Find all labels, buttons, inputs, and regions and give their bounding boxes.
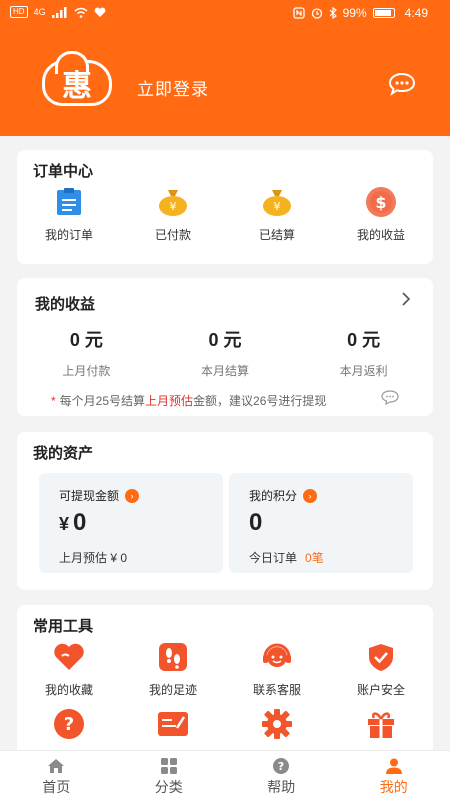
footprint-icon (157, 641, 189, 673)
my-footprint-button[interactable]: 我的足迹 (121, 641, 225, 698)
my-favorites-button[interactable]: 我的收藏 (17, 641, 121, 698)
svg-text:?: ? (64, 714, 74, 735)
comment-icon[interactable] (381, 390, 399, 405)
gift-icon (365, 708, 397, 740)
dollar-coin-icon: $ (365, 186, 397, 218)
money-bag-icon: ¥ (157, 186, 189, 218)
edit-note-icon (157, 708, 189, 740)
bluetooth-icon (329, 7, 337, 19)
svg-text:?: ? (278, 760, 284, 773)
clipboard-icon (53, 186, 85, 218)
withdrawable-value: ¥0 (59, 509, 87, 536)
tab-mine[interactable]: 我的 (338, 751, 450, 800)
arrow-right-icon: › (125, 488, 140, 503)
last-month-paid-stat: 0 元 上月付款 (62, 330, 111, 378)
heart-status-icon (94, 7, 105, 17)
this-month-settled-stat: 0 元 本月结算 (201, 330, 250, 378)
tab-help[interactable]: ? 帮助 (225, 751, 338, 800)
tools-title: 常用工具 (33, 618, 94, 635)
earnings-card[interactable]: 我的收益 0 元 上月付款 0 元 本月结算 0 元 本月返利 * 每个月25号结… (17, 278, 433, 416)
wifi-icon (74, 7, 88, 18)
brand-logo: 惠 (42, 51, 112, 106)
withdrawable-label: 可提现金额 (59, 489, 120, 503)
gear-icon (261, 708, 293, 740)
tools-card: 常用工具 我的收藏 我的足迹 联系客服 账户安全 ? (17, 605, 433, 755)
status-time: 4:49 (404, 6, 428, 20)
question-icon: ? (53, 708, 85, 740)
login-link[interactable]: 立即登录 (137, 75, 209, 100)
withdrawable-box[interactable]: 可提现金额 › ¥0 上月预估 ¥ 0 (39, 473, 223, 573)
signal-icon (51, 6, 67, 18)
settings-button[interactable] (225, 708, 329, 740)
tab-home[interactable]: 首页 (0, 751, 113, 800)
signal-label: 4G (33, 7, 46, 17)
settlement-notice: * 每个月25号结算上月预估金额，建议26号进行提现 (51, 394, 327, 408)
chat-bubble-icon[interactable] (388, 72, 416, 96)
chevron-right-icon[interactable] (401, 292, 411, 306)
svg-text:$: $ (375, 193, 386, 212)
faq-button[interactable]: ? (17, 708, 121, 740)
points-sub: 今日订单 0笔 (249, 551, 324, 565)
settled-orders-button[interactable]: ¥ 已结算 (225, 186, 329, 243)
account-security-button[interactable]: 账户安全 (329, 641, 433, 698)
assets-title: 我的资产 (33, 445, 94, 462)
hd-indicator: HD (10, 6, 28, 18)
header: HD 4G 99% 4:49 惠 立即登录 (0, 0, 450, 136)
points-value: 0 (249, 509, 263, 536)
bottom-tab-bar: 首页 分类 ? 帮助 我的 (0, 750, 450, 800)
points-label: 我的积分 (249, 489, 298, 503)
contact-support-button[interactable]: 联系客服 (225, 641, 329, 698)
this-month-rebate-stat: 0 元 本月返利 (339, 330, 388, 378)
shield-check-icon (365, 641, 397, 673)
arrow-right-icon: › (303, 488, 318, 503)
assets-card: 我的资产 可提现金额 › ¥0 上月预估 ¥ 0 我的积分 › 0 今日订单 0笔 (17, 432, 433, 590)
earnings-title: 我的收益 (35, 296, 96, 313)
headset-icon (261, 641, 293, 673)
money-bag-icon: ¥ (261, 186, 293, 218)
order-center-card: 订单中心 我的订单 ¥ 已付款 ¥ 已结算 $ 我的收益 (17, 150, 433, 264)
paid-orders-button[interactable]: ¥ 已付款 (121, 186, 225, 243)
home-icon (48, 759, 65, 773)
my-earnings-button[interactable]: $ 我的收益 (329, 186, 433, 243)
battery-icon (372, 8, 395, 18)
gift-button[interactable] (329, 708, 433, 740)
withdrawable-sub: 上月预估 ¥ 0 (59, 551, 128, 565)
nfc-icon (292, 7, 305, 19)
help-icon: ? (273, 758, 290, 774)
status-bar: HD 4G 99% 4:49 (0, 0, 450, 26)
order-center-title: 订单中心 (33, 163, 94, 180)
grid-icon (160, 758, 177, 774)
points-box[interactable]: 我的积分 › 0 今日订单 0笔 (229, 473, 413, 573)
user-icon (385, 758, 402, 774)
battery-percent: 99% (342, 6, 367, 20)
my-orders-button[interactable]: 我的订单 (17, 186, 121, 243)
svg-text:¥: ¥ (170, 200, 177, 213)
heart-icon (53, 641, 85, 673)
tab-category[interactable]: 分类 (113, 751, 226, 800)
svg-text:¥: ¥ (274, 200, 281, 213)
feedback-button[interactable] (121, 708, 225, 740)
alarm-icon (311, 8, 322, 19)
